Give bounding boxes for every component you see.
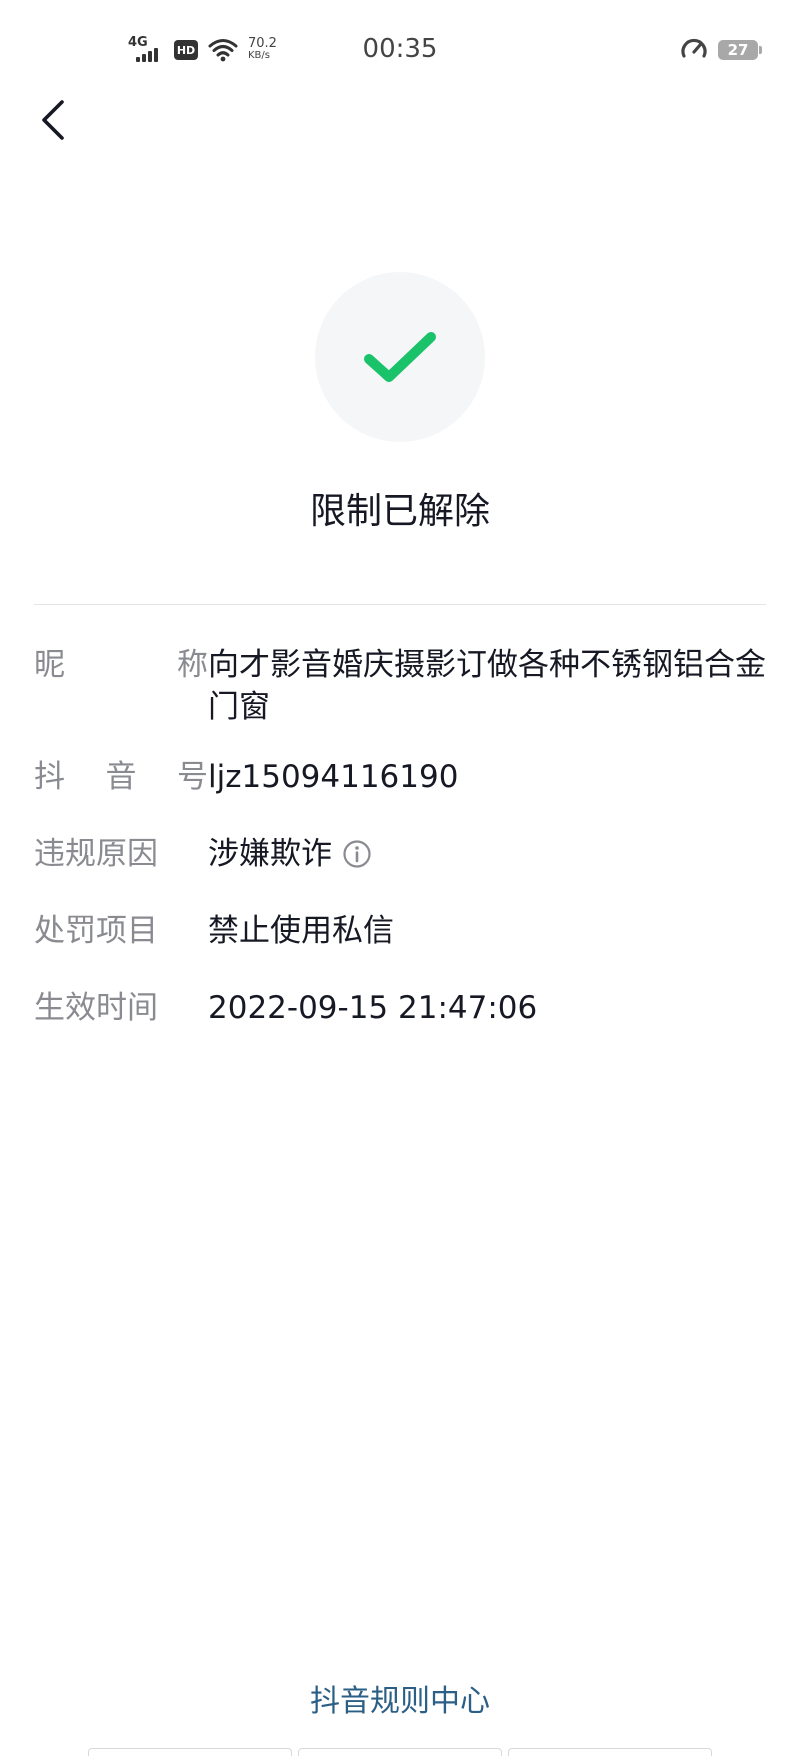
back-button[interactable] (30, 92, 74, 148)
douyin-id-label: 抖 音 号 (34, 756, 208, 798)
detail-row-reason: 违规原因 涉嫌欺诈 (34, 833, 766, 910)
reason-value-wrap: 涉嫌欺诈 (208, 833, 766, 875)
detail-row-douyin-id: 抖 音 号 ljz15094116190 (34, 756, 766, 833)
home-indicator (88, 1748, 712, 1756)
battery-icon: 27 (718, 40, 762, 60)
success-badge (315, 272, 485, 442)
penalty-details: 昵 称 向才影音婚庆摄影订做各种不锈钢铝合金门窗 抖 音 号 ljz150941… (34, 644, 766, 1064)
detail-row-penalty: 处罚项目 禁止使用私信 (34, 910, 766, 987)
rules-center-link[interactable]: 抖音规则中心 (0, 1676, 800, 1720)
douyin-id-value: ljz15094116190 (208, 759, 459, 795)
page-title: 限制已解除 (309, 491, 490, 532)
status-bar: 4G HD 70.2 KB/s 00:35 27 (0, 0, 800, 100)
info-icon[interactable] (342, 839, 372, 869)
status-icons-right: 27 (680, 36, 762, 64)
chevron-left-icon (42, 100, 64, 140)
nickname-value: 向才影音婚庆摄影订做各种不锈钢铝合金门窗 (208, 647, 766, 725)
nickname-label-char: 称 (177, 647, 208, 683)
nickname-label-char: 昵 (34, 647, 65, 683)
penalty-label: 处罚项目 (34, 913, 158, 949)
reason-label: 违规原因 (34, 836, 158, 872)
douyin-id-label-char: 音 (105, 759, 137, 795)
douyin-id-label-char: 号 (177, 759, 208, 795)
effective-time-label: 生效时间 (34, 990, 158, 1026)
checkmark-icon (364, 332, 436, 382)
penalty-value: 禁止使用私信 (208, 913, 394, 949)
effective-time-value: 2022-09-15 21:47:06 (208, 990, 538, 1026)
battery-level: 27 (727, 41, 749, 59)
divider (34, 604, 766, 605)
reason-value: 涉嫌欺诈 (208, 836, 332, 872)
speedometer-icon (681, 38, 707, 58)
douyin-id-label-char: 抖 (34, 759, 65, 795)
nickname-label: 昵 称 (34, 644, 208, 686)
detail-row-nickname: 昵 称 向才影音婚庆摄影订做各种不锈钢铝合金门窗 (34, 644, 766, 756)
detail-row-effective-time: 生效时间 2022-09-15 21:47:06 (34, 987, 766, 1064)
